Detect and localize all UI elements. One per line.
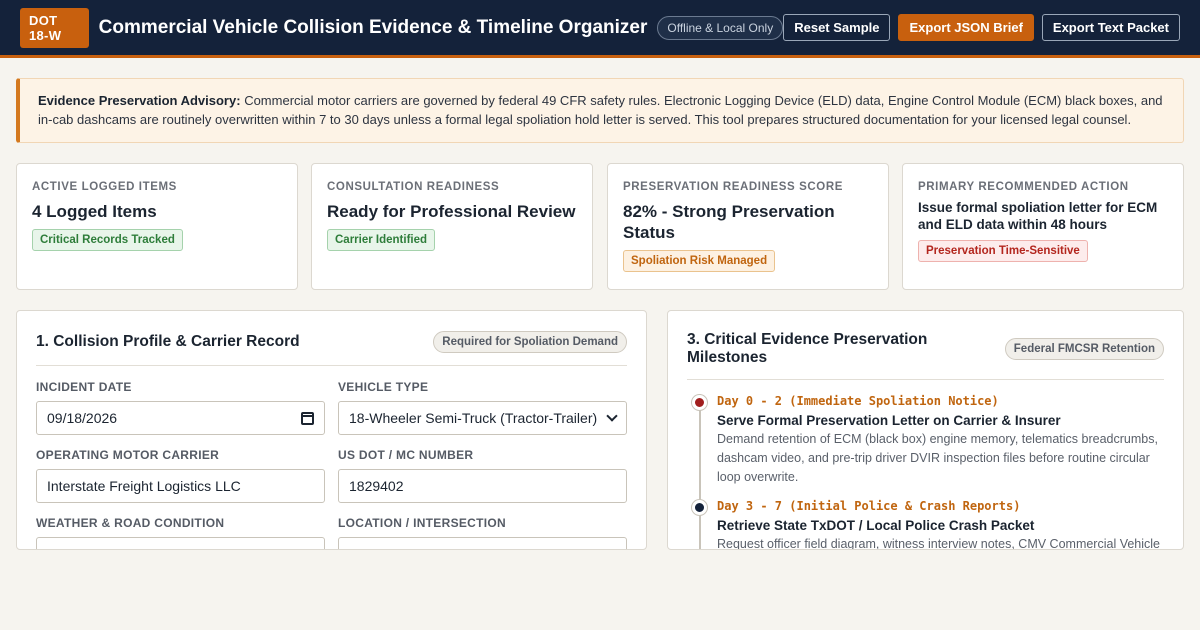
- status-badge: Spoliation Risk Managed: [623, 250, 776, 272]
- milestone-description: Demand retention of ECM (black box) engi…: [717, 432, 1158, 484]
- carrier-value: Interstate Freight Logistics LLC: [47, 478, 241, 494]
- field-label: Weather & Road Condition: [36, 516, 225, 530]
- status-badge: Preservation Time-Sensitive: [918, 240, 1088, 262]
- stat-card-preservation-score: Preservation Readiness Score 82% - Stron…: [607, 163, 889, 290]
- chevron-down-icon: [606, 410, 618, 422]
- milestone-day: Day 0 - 2 (Immediate Spoliation Notice): [717, 394, 999, 408]
- stat-card-recommended-action: Primary Recommended Action Issue formal …: [902, 163, 1184, 290]
- field-label: Location / Intersection: [338, 516, 507, 530]
- stat-label: Preservation Readiness Score: [623, 181, 844, 193]
- milestone-heading: Serve Formal Preservation Letter on Carr…: [717, 413, 1061, 428]
- collision-profile-panel: 1. Collision Profile & Carrier Record Re…: [16, 310, 647, 550]
- location-input[interactable]: [338, 537, 627, 549]
- milestone-timeline: Day 0 - 2 (Immediate Spoliation Notice) …: [668, 380, 1183, 550]
- milestone-heading: Retrieve State TxDOT / Local Police Cras…: [717, 518, 1035, 533]
- stat-card-consultation-readiness: Consultation Readiness Ready for Profess…: [311, 163, 593, 290]
- stat-value: 4 Logged Items: [32, 202, 157, 221]
- dot-number-value: 1829402: [349, 478, 404, 494]
- stat-value: Ready for Professional Review: [327, 202, 576, 221]
- panel-tag: Federal FMCSR Retention: [1004, 338, 1164, 360]
- dot-badge: DOT 18-W: [20, 7, 89, 48]
- reset-sample-button[interactable]: Reset Sample: [783, 14, 891, 41]
- field-label: Incident Date: [36, 380, 132, 394]
- field-label: Operating Motor Carrier: [36, 448, 220, 462]
- field-label: US DOT / MC Number: [338, 448, 474, 462]
- vehicle-type-select[interactable]: 18-Wheeler Semi-Truck (Tractor-Trailer): [338, 401, 627, 435]
- stat-value: 82% - Strong Preservation Status: [623, 202, 835, 242]
- milestones-panel: 3. Critical Evidence Preservation Milest…: [667, 310, 1184, 550]
- app-header: DOT 18-W Commercial Vehicle Collision Ev…: [0, 0, 1200, 58]
- milestone-item: Day 3 - 7 (Initial Police & Crash Report…: [692, 499, 1164, 550]
- advisory-lead: Evidence Preservation Advisory:: [38, 93, 241, 108]
- offline-mode-pill: Offline & Local Only: [657, 15, 784, 40]
- stat-label: Active Logged Items: [32, 181, 177, 193]
- preservation-advisory: Evidence Preservation Advisory: Commerci…: [16, 78, 1184, 143]
- panel-tag: Required for Spoliation Demand: [433, 331, 627, 353]
- stat-card-logged-items: Active Logged Items 4 Logged Items Criti…: [16, 163, 298, 290]
- panel-title: 1. Collision Profile & Carrier Record: [36, 333, 300, 350]
- milestone-day: Day 3 - 7 (Initial Police & Crash Report…: [717, 499, 1021, 513]
- dot-number-input[interactable]: 1829402: [338, 469, 627, 503]
- calendar-icon[interactable]: [301, 411, 314, 425]
- header-actions: Reset Sample Export JSON Brief Export Te…: [783, 14, 1180, 41]
- export-json-button[interactable]: Export JSON Brief: [898, 14, 1034, 41]
- app-title: Commercial Vehicle Collision Evidence & …: [98, 16, 648, 38]
- stat-label: Primary Recommended Action: [918, 181, 1129, 193]
- weather-input[interactable]: [36, 537, 325, 549]
- milestone-dot-icon: [692, 500, 707, 515]
- vehicle-type-value: 18-Wheeler Semi-Truck (Tractor-Trailer): [349, 410, 598, 426]
- milestone-dot-icon: [692, 395, 707, 410]
- incident-date-input[interactable]: 09/18/2026: [36, 401, 325, 435]
- status-badge: Critical Records Tracked: [32, 229, 183, 251]
- milestone-description: Request officer field diagram, witness i…: [717, 537, 1161, 550]
- panel-title: 3. Critical Evidence Preservation Milest…: [687, 331, 928, 366]
- field-label: Vehicle Type: [338, 380, 429, 394]
- stat-label: Consultation Readiness: [327, 181, 500, 193]
- stat-value: Issue formal spoliation letter for ECM a…: [918, 200, 1158, 232]
- incident-date-value: 09/18/2026: [47, 410, 118, 426]
- carrier-input[interactable]: Interstate Freight Logistics LLC: [36, 469, 325, 503]
- export-text-button[interactable]: Export Text Packet: [1041, 14, 1180, 41]
- status-badge: Carrier Identified: [327, 229, 436, 251]
- milestone-item: Day 0 - 2 (Immediate Spoliation Notice) …: [692, 394, 1164, 487]
